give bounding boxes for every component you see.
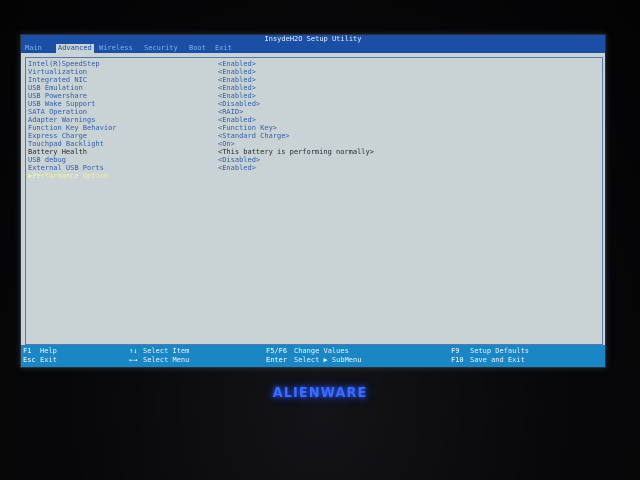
help-select-item: ↑↓ Select Item: [129, 347, 189, 356]
setting-value[interactable]: <Enabled>: [218, 76, 256, 84]
setting-value[interactable]: <Enabled>: [218, 116, 256, 124]
setting-value[interactable]: <Enabled>: [218, 68, 256, 76]
help-key: F10: [451, 356, 464, 364]
setting-label: Function Key Behavior: [28, 124, 117, 132]
setting-label: Touchpad Backlight: [28, 140, 104, 148]
help-desc: Exit: [40, 356, 57, 364]
submenu-label: ▶Performance Option: [28, 172, 109, 180]
setting-label: Battery Health: [28, 148, 88, 156]
tab-wireless[interactable]: Wireless: [97, 44, 135, 53]
setting-value[interactable]: <Standard Charge>: [218, 132, 290, 140]
setting-value[interactable]: <Enabled>: [218, 92, 256, 100]
help-desc: Select Item: [143, 347, 190, 355]
help-desc: Select Menu: [143, 356, 190, 364]
bios-screen: InsydeH2O Setup Utility Main Advanced Wi…: [20, 34, 606, 368]
tab-advanced[interactable]: Advanced: [56, 44, 94, 53]
setting-value[interactable]: <RAID>: [218, 108, 243, 116]
setting-label: USB debug: [28, 156, 66, 164]
setting-label: External USB Ports: [28, 164, 104, 172]
tab-boot[interactable]: Boot: [187, 44, 208, 53]
setting-value[interactable]: <Enabled>: [218, 164, 256, 172]
help-key: F1: [23, 347, 32, 355]
help-key: Esc: [23, 356, 36, 364]
setting-label: Intel(R)SpeedStep: [28, 60, 100, 68]
setting-label: USB Emulation: [28, 84, 83, 92]
setting-value[interactable]: <Enabled>: [218, 84, 256, 92]
setting-value: <This battery is performing normally>: [218, 148, 374, 156]
alienware-logo: ALIENWARE: [272, 386, 368, 401]
setting-label: Virtualization: [28, 68, 88, 76]
window-title: InsydeH2O Setup Utility: [21, 35, 605, 44]
help-key: F5/F6: [266, 347, 288, 355]
help-key: F9: [451, 347, 460, 355]
setting-value[interactable]: <Function Key>: [218, 124, 277, 132]
help-desc: Select ▶ SubMenu: [294, 356, 362, 364]
setting-label: USB Wake Support: [28, 100, 96, 108]
help-f1: F1 Help: [23, 347, 57, 356]
help-setup-defaults: F9 Setup Defaults: [451, 347, 529, 356]
tab-main[interactable]: Main: [23, 44, 44, 53]
help-desc: Help: [40, 347, 57, 355]
setting-value[interactable]: <On>: [218, 140, 235, 148]
tab-security[interactable]: Security: [142, 44, 180, 53]
updown-arrows-icon: ↑↓: [129, 347, 138, 355]
setting-label: Express Charge: [28, 132, 88, 140]
leftright-arrows-icon: ←→: [129, 356, 138, 364]
help-submenu: Enter Select ▶ SubMenu: [266, 356, 361, 365]
help-desc: Save and Exit: [470, 356, 525, 364]
setting-label: Integrated NIC: [28, 76, 88, 84]
setting-label: SATA Operation: [28, 108, 88, 116]
tab-exit[interactable]: Exit: [213, 44, 234, 53]
help-desc: Setup Defaults: [470, 347, 530, 355]
help-change-values: F5/F6 Change Values: [266, 347, 349, 356]
help-esc: Esc Exit: [23, 356, 57, 365]
setting-value[interactable]: <Disabled>: [218, 100, 260, 108]
settings-panel: Intel(R)SpeedStep <Enabled> Virtualizati…: [25, 57, 603, 345]
setting-label: USB Powershare: [28, 92, 88, 100]
setting-label: Adapter Warnings: [28, 116, 96, 124]
menu-bar: Main Advanced Wireless Security Boot Exi…: [21, 44, 605, 53]
help-key: Enter: [266, 356, 288, 364]
help-select-menu: ←→ Select Menu: [129, 356, 189, 365]
setting-value[interactable]: <Enabled>: [218, 60, 256, 68]
help-bar: F1 Help Esc Exit ↑↓ Select Item ←→ Selec…: [21, 345, 605, 367]
setting-value[interactable]: <Disabled>: [218, 156, 260, 164]
help-desc: Change Values: [294, 347, 349, 355]
help-save-exit: F10 Save and Exit: [451, 356, 525, 365]
